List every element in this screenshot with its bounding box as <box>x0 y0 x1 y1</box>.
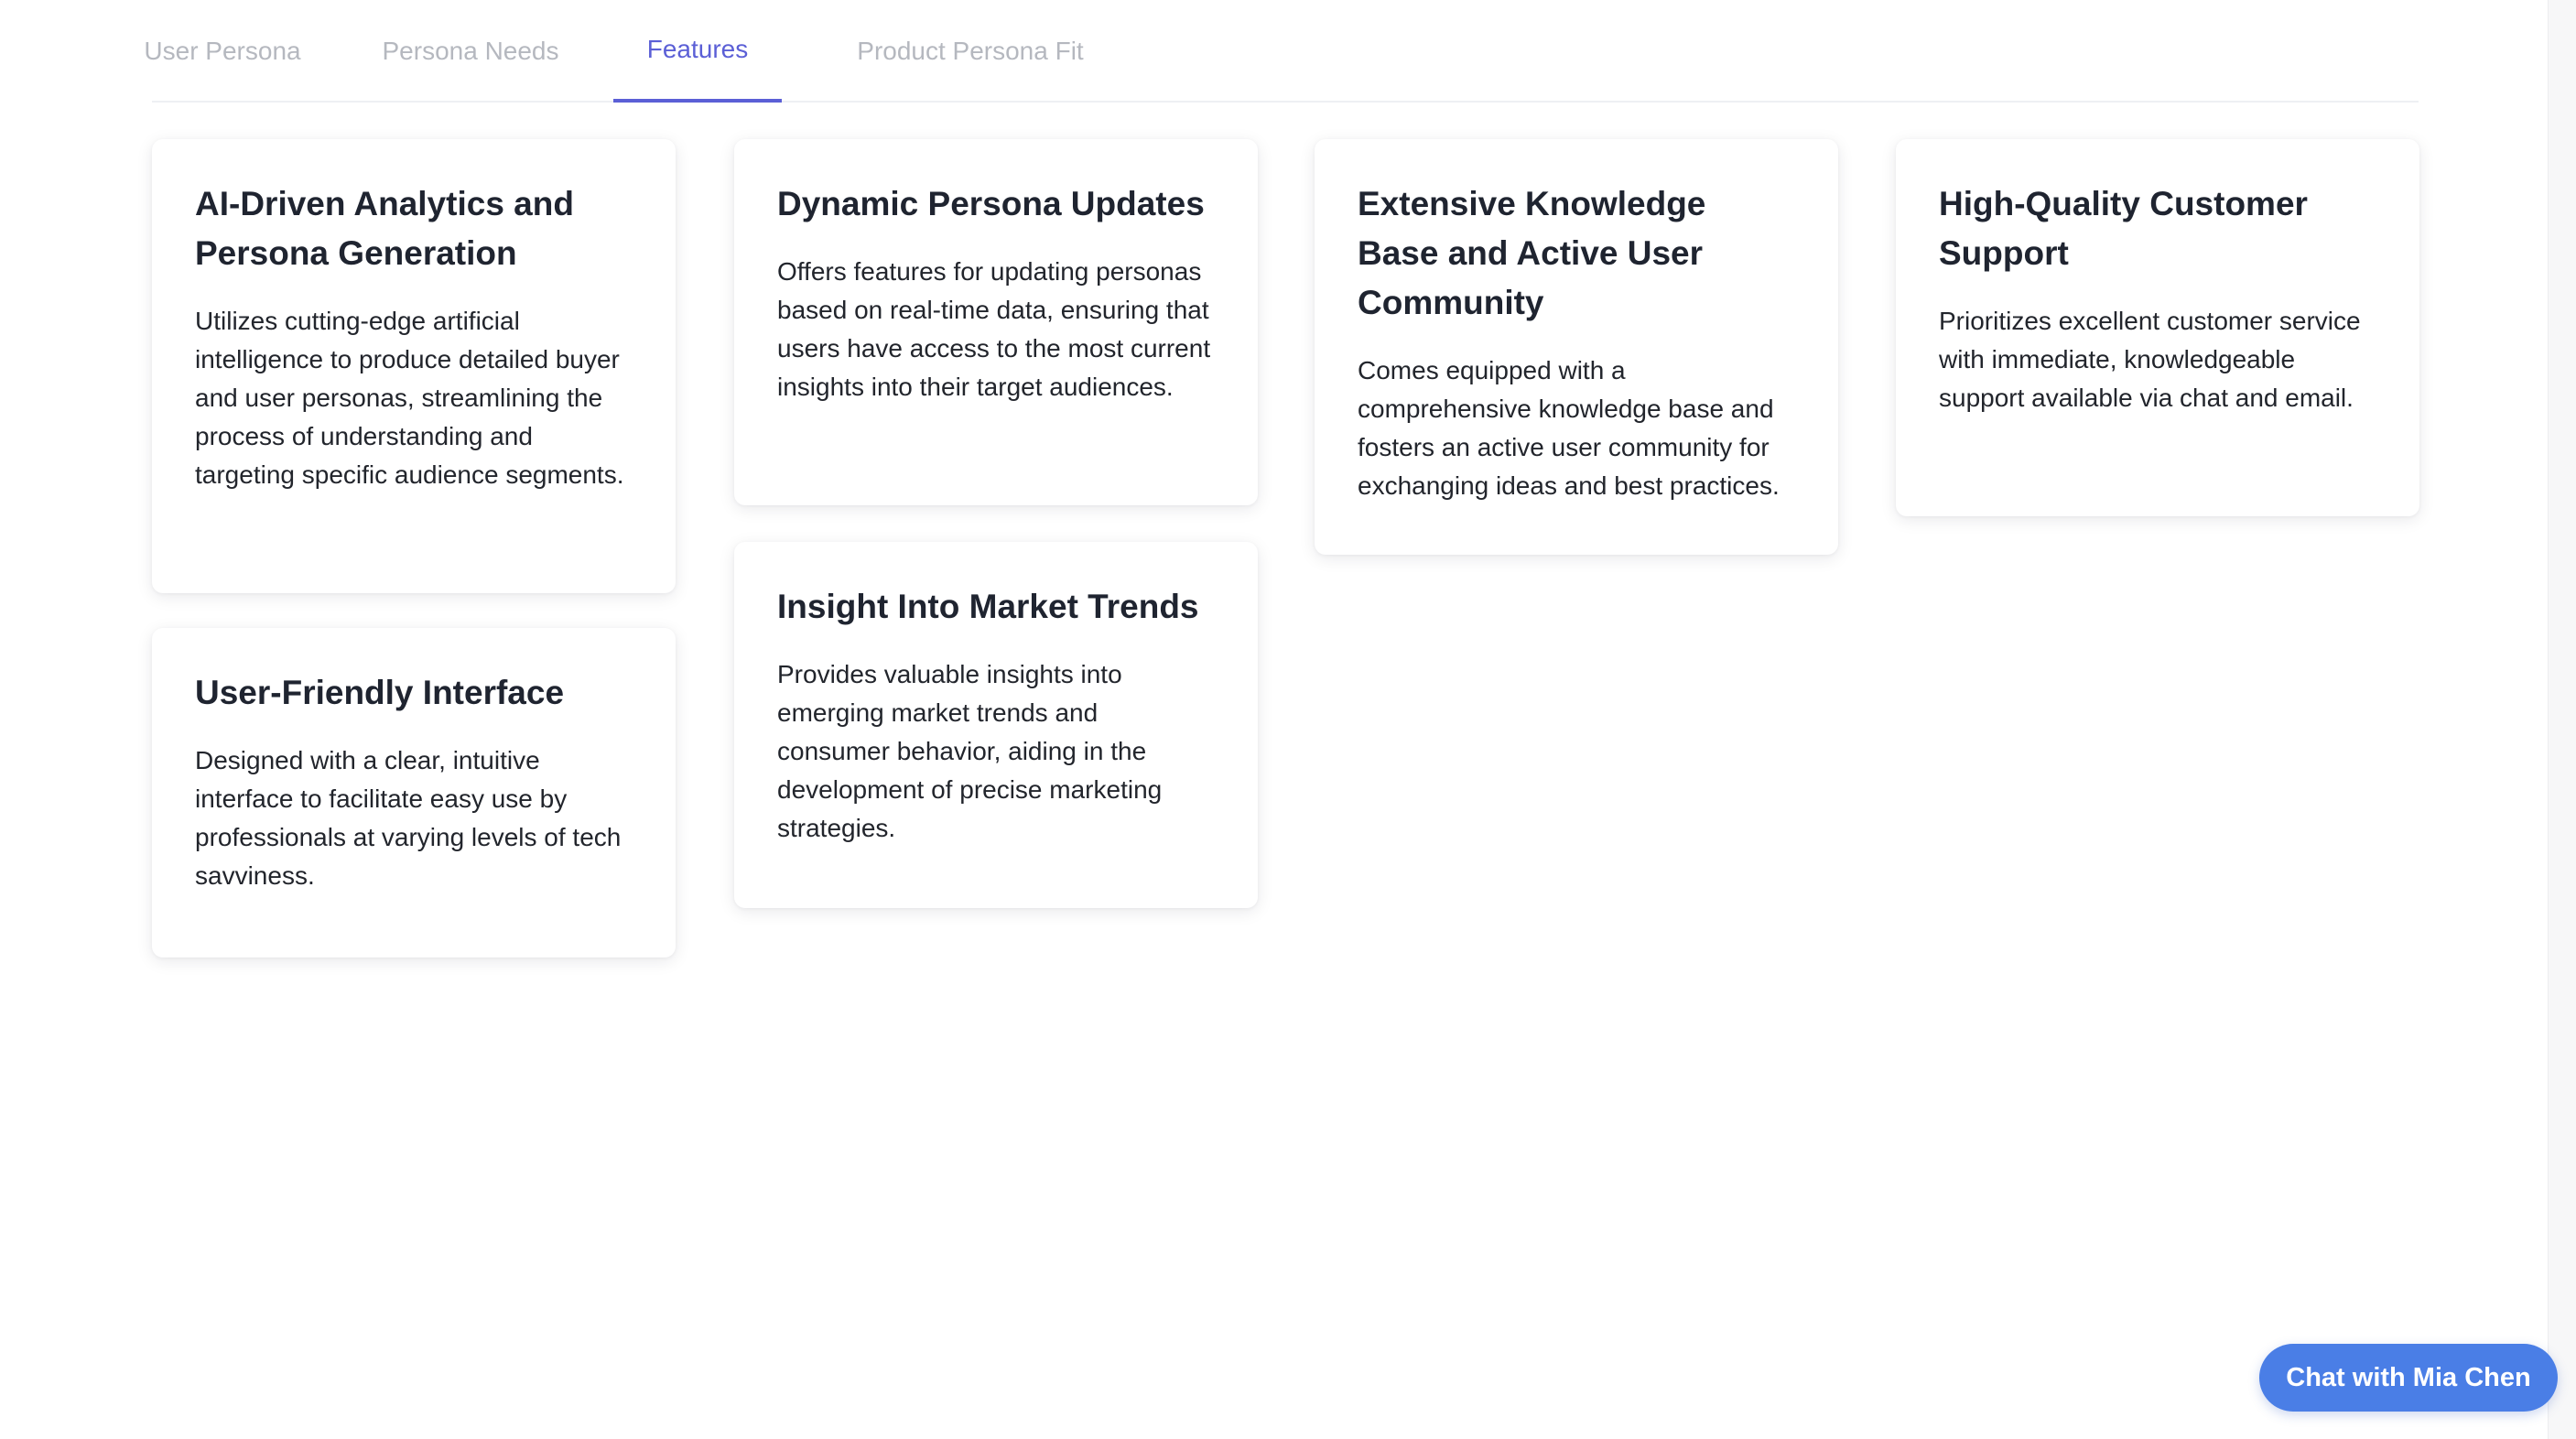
feature-description: Offers features for updating personas ba… <box>777 257 1211 401</box>
tab-user-persona[interactable]: User Persona <box>144 0 300 103</box>
tab-product-persona-fit[interactable]: Product Persona Fit <box>840 0 1100 103</box>
feature-card-ai-driven-analytics: AI-Driven Analytics and Persona Generati… <box>152 139 676 593</box>
feature-description: Designed with a clear, intuitive interfa… <box>195 746 622 890</box>
feature-description: Provides valuable insights into emerging… <box>777 660 1163 842</box>
tab-persona-needs[interactable]: Persona Needs <box>383 0 559 103</box>
vertical-scrollbar[interactable] <box>2548 0 2576 1439</box>
tab-bar: User Persona Persona Needs Features Prod… <box>144 0 2419 103</box>
feature-card-market-trends: Insight Into Market Trends Provides valu… <box>734 542 1258 908</box>
tab-features[interactable]: Features <box>613 0 782 103</box>
feature-title: Extensive Knowledge Base and Active User… <box>1358 185 1706 321</box>
feature-card-user-friendly-interface: User-Friendly Interface Designed with a … <box>152 628 676 958</box>
chat-with-mia-chen-button[interactable]: Chat with Mia Chen <box>2259 1344 2558 1412</box>
feature-title: User-Friendly Interface <box>195 674 565 711</box>
features-page: User Persona Persona Needs Features Prod… <box>0 0 2576 1439</box>
feature-title: Insight Into Market Trends <box>777 588 1199 625</box>
feature-card-dynamic-persona-updates: Dynamic Persona Updates Offers features … <box>734 139 1258 505</box>
feature-title: Dynamic Persona Updates <box>777 185 1205 222</box>
feature-description: Utilizes cutting-edge artificial intelli… <box>195 307 624 489</box>
feature-description: Prioritizes excellent customer service w… <box>1939 307 2361 412</box>
feature-description: Comes equipped with a comprehensive know… <box>1358 356 1780 500</box>
feature-title: AI-Driven Analytics and Persona Generati… <box>195 185 574 272</box>
feature-card-customer-support: High-Quality Customer Support Prioritize… <box>1896 139 2419 516</box>
feature-title: High-Quality Customer Support <box>1939 185 2308 272</box>
feature-card-knowledge-base-community: Extensive Knowledge Base and Active User… <box>1315 139 1838 555</box>
